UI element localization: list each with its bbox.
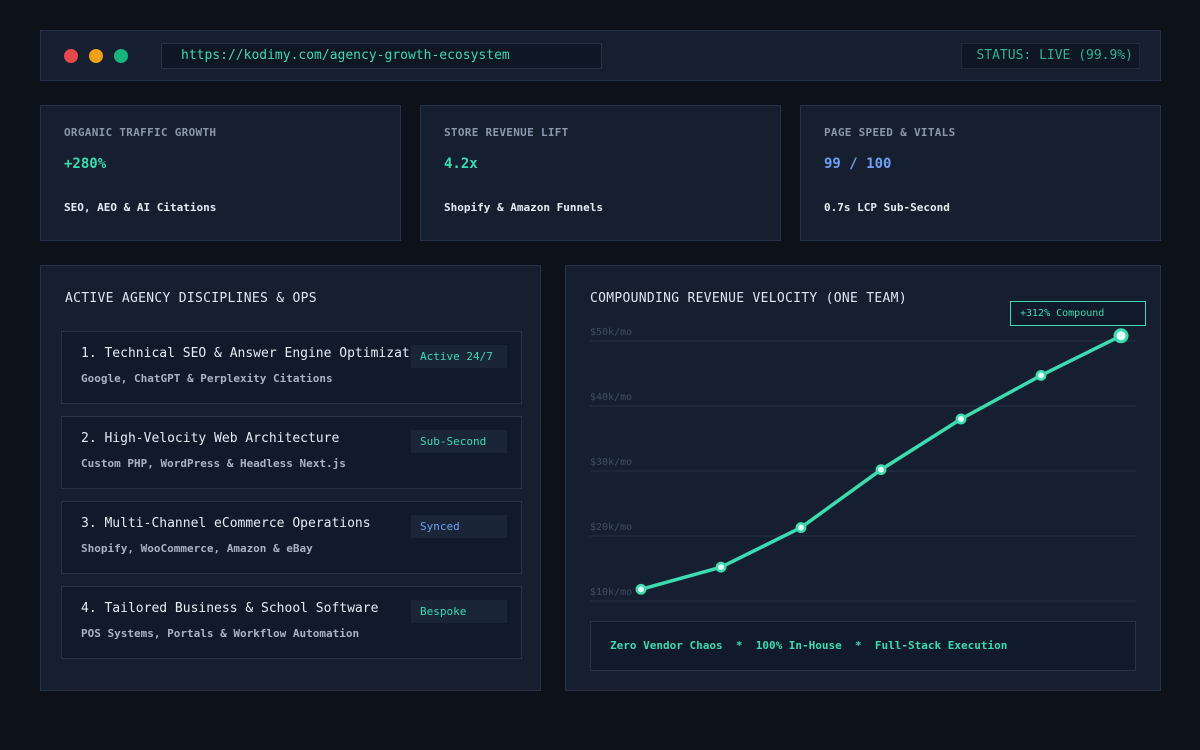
discipline-status-badge: Sub-Second — [411, 430, 507, 453]
data-point — [715, 561, 727, 573]
data-point — [1035, 370, 1047, 381]
disciplines-panel: ACTIVE AGENCY DISCIPLINES & OPS 1. Techn… — [40, 265, 541, 691]
discipline-status-badge: Bespoke — [411, 600, 507, 623]
stat-card-page-speed: PAGE SPEED & VITALS 99 / 100 0.7s LCP Su… — [800, 105, 1161, 241]
y-tick-label: $20k/mo — [590, 522, 632, 533]
chart-title: COMPOUNDING REVENUE VELOCITY (ONE TEAM) — [590, 291, 907, 306]
discipline-title: 1. Technical SEO & Answer Engine Optimiz… — [81, 346, 434, 361]
status-badge: STATUS: LIVE (99.9%) — [961, 43, 1140, 69]
y-tick-label: $10k/mo — [590, 587, 632, 598]
close-window-dot[interactable] — [64, 49, 78, 63]
stat-card-organic-traffic: ORGANIC TRAFFIC GROWTH +280% SEO, AEO & … — [40, 105, 401, 241]
stat-label: PAGE SPEED & VITALS — [824, 126, 956, 139]
discipline-item-software[interactable]: 4. Tailored Business & School Software P… — [61, 586, 522, 659]
series-line — [639, 334, 1123, 592]
discipline-status-badge: Active 24/7 — [411, 345, 507, 368]
url-bar[interactable]: https://kodimy.com/agency-growth-ecosyst… — [161, 43, 602, 69]
stat-description: Shopify & Amazon Funnels — [444, 201, 603, 214]
stat-card-store-revenue: STORE REVENUE LIFT 4.2x Shopify & Amazon… — [420, 105, 781, 241]
chart-footer-tagline: Zero Vendor Chaos * 100% In-House * Full… — [590, 621, 1136, 671]
minimize-window-dot[interactable] — [89, 49, 103, 63]
discipline-subtitle: Shopify, WooCommerce, Amazon & eBay — [81, 542, 313, 555]
y-tick-label: $40k/mo — [590, 392, 632, 403]
y-tick-label: $50k/mo — [590, 327, 632, 338]
stat-value: 99 / 100 — [824, 156, 892, 172]
data-point — [875, 464, 887, 476]
discipline-title: 3. Multi-Channel eCommerce Operations — [81, 516, 371, 531]
stat-label: ORGANIC TRAFFIC GROWTH — [64, 126, 217, 139]
stat-description: SEO, AEO & AI Citations — [64, 201, 217, 214]
discipline-status-badge: Synced — [411, 515, 507, 538]
data-point — [795, 522, 807, 533]
data-point — [635, 583, 647, 595]
stat-description: 0.7s LCP Sub-Second — [824, 201, 950, 214]
discipline-title: 4. Tailored Business & School Software — [81, 601, 379, 616]
y-tick-label: $30k/mo — [590, 457, 632, 468]
discipline-item-web-architecture[interactable]: 2. High-Velocity Web Architecture Custom… — [61, 416, 522, 489]
stat-value: +280% — [64, 156, 107, 172]
discipline-subtitle: Custom PHP, WordPress & Headless Next.js — [81, 457, 346, 470]
discipline-item-seo[interactable]: 1. Technical SEO & Answer Engine Optimiz… — [61, 331, 522, 404]
compound-growth-badge: +312% Compound — [1010, 301, 1146, 326]
stat-label: STORE REVENUE LIFT — [444, 126, 569, 139]
data-point — [955, 413, 967, 425]
revenue-chart-panel: $50k/mo $40k/mo $30k/mo $20k/mo $10k/mo COMP… — [565, 265, 1161, 691]
browser-bar: https://kodimy.com/agency-growth-ecosyst… — [40, 30, 1161, 81]
discipline-item-ecommerce[interactable]: 3. Multi-Channel eCommerce Operations Sh… — [61, 501, 522, 574]
discipline-subtitle: Google, ChatGPT & Perplexity Citations — [81, 372, 333, 385]
disciplines-title: ACTIVE AGENCY DISCIPLINES & OPS — [65, 291, 317, 306]
stat-value: 4.2x — [444, 156, 478, 172]
discipline-title: 2. High-Velocity Web Architecture — [81, 431, 340, 446]
discipline-subtitle: POS Systems, Portals & Workflow Automati… — [81, 627, 360, 640]
maximize-window-dot[interactable] — [114, 49, 128, 63]
data-point — [1113, 328, 1129, 344]
